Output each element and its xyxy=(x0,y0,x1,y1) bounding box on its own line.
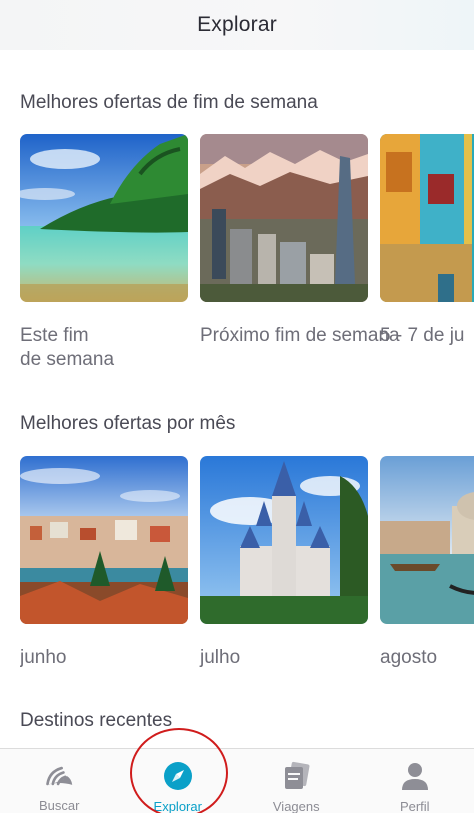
top-bar: Explorar xyxy=(0,0,474,50)
card-label: 5 - 7 de ju xyxy=(380,325,465,346)
weekend-deals-row[interactable]: Este fim de semana Próximo fim de semana xyxy=(20,134,474,374)
deal-card-date-range[interactable]: 5 - 7 de ju xyxy=(380,134,474,348)
bottom-tab-bar: Buscar Explorar Viagens Perfil xyxy=(0,748,474,813)
deal-card-this-weekend[interactable]: Este fim de semana xyxy=(20,134,188,372)
section-title-recent: Destinos recentes xyxy=(20,710,173,731)
tab-label: Perfil xyxy=(399,799,430,813)
colorful-houses-image xyxy=(380,134,474,302)
tab-perfil[interactable]: Perfil xyxy=(356,749,474,813)
city-mountains-image xyxy=(200,134,368,302)
card-label: junho xyxy=(20,647,67,668)
venice-canal-image xyxy=(380,456,474,624)
section-title-months: Melhores ofertas por mês xyxy=(20,413,236,434)
card-label: agosto xyxy=(380,647,438,668)
deal-card-august[interactable]: agosto xyxy=(380,456,474,670)
card-label: Próximo fim de semana xyxy=(200,325,400,346)
deal-card-june[interactable]: junho xyxy=(20,456,188,670)
skyscanner-icon xyxy=(44,761,74,790)
deal-card-next-weekend[interactable]: Próximo fim de semana xyxy=(200,134,400,348)
deal-card-july[interactable]: julho xyxy=(200,456,368,670)
card-label: Este fim de semana xyxy=(20,325,115,370)
page-title: Explorar xyxy=(197,13,277,36)
tab-label: Viagens xyxy=(272,799,320,813)
tab-label: Buscar xyxy=(39,798,80,813)
riverside-city-image xyxy=(20,456,188,624)
fairytale-castle-image xyxy=(200,456,368,624)
annotation-circle xyxy=(130,728,228,813)
cards-icon xyxy=(281,761,311,791)
tab-viagens[interactable]: Viagens xyxy=(237,749,356,813)
section-title-weekend: Melhores ofertas de fim de semana xyxy=(20,92,318,113)
person-icon xyxy=(400,761,430,791)
card-label: julho xyxy=(200,647,241,668)
tab-buscar[interactable]: Buscar xyxy=(0,749,119,813)
tropical-beach-image xyxy=(20,134,188,302)
monthly-deals-row[interactable]: junho julho agosto xyxy=(20,456,474,696)
